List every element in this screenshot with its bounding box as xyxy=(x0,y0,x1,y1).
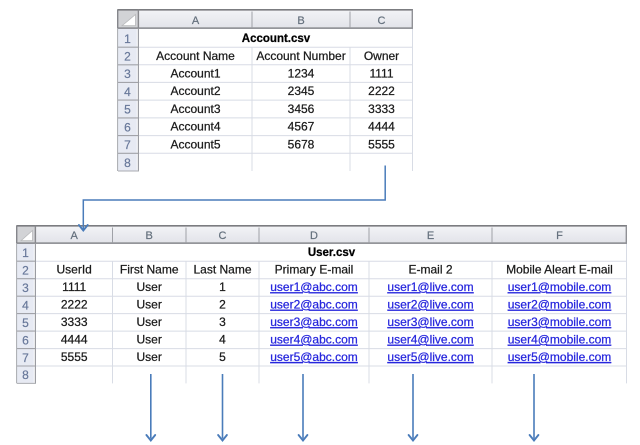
svg-text:C: C xyxy=(219,230,227,242)
svg-text:User.csv: User.csv xyxy=(308,247,356,259)
svg-text:4: 4 xyxy=(219,333,226,347)
svg-text:2222: 2222 xyxy=(61,298,88,312)
svg-text:5555: 5555 xyxy=(61,350,88,364)
svg-text:2345: 2345 xyxy=(288,84,315,98)
svg-text:Account4: Account4 xyxy=(170,120,220,134)
svg-text:5: 5 xyxy=(124,103,131,117)
svg-text:4: 4 xyxy=(124,85,131,99)
svg-text:1111: 1111 xyxy=(62,280,86,294)
svg-text:First Name: First Name xyxy=(120,263,179,277)
svg-text:user2@live.com: user2@live.com xyxy=(387,298,473,312)
svg-text:5: 5 xyxy=(22,316,29,330)
svg-text:F: F xyxy=(556,230,563,242)
svg-text:E: E xyxy=(427,230,434,242)
svg-text:3: 3 xyxy=(219,315,226,329)
svg-text:3456: 3456 xyxy=(288,102,315,116)
svg-text:Owner: Owner xyxy=(364,49,399,63)
svg-text:user3@abc.com: user3@abc.com xyxy=(270,315,358,329)
svg-text:2222: 2222 xyxy=(368,84,395,98)
svg-text:4: 4 xyxy=(22,298,29,312)
svg-text:6: 6 xyxy=(22,333,29,347)
svg-text:2: 2 xyxy=(219,298,226,312)
svg-text:5555: 5555 xyxy=(368,137,395,151)
svg-text:7: 7 xyxy=(22,351,29,365)
svg-text:C: C xyxy=(378,15,386,27)
svg-text:user1@abc.com: user1@abc.com xyxy=(270,280,358,294)
svg-text:user2@abc.com: user2@abc.com xyxy=(270,298,358,312)
svg-text:user5@live.com: user5@live.com xyxy=(387,350,473,364)
svg-text:Account1: Account1 xyxy=(170,66,220,80)
svg-text:user5@mobile.com: user5@mobile.com xyxy=(508,350,612,364)
svg-text:Account3: Account3 xyxy=(170,102,220,116)
svg-text:5: 5 xyxy=(219,350,226,364)
svg-text:8: 8 xyxy=(22,368,29,382)
svg-text:1: 1 xyxy=(219,280,226,294)
svg-text:5678: 5678 xyxy=(288,137,315,151)
svg-text:3333: 3333 xyxy=(61,315,88,329)
svg-text:user3@live.com: user3@live.com xyxy=(387,315,473,329)
svg-text:Primary E-mail: Primary E-mail xyxy=(275,263,354,277)
svg-text:2: 2 xyxy=(22,264,29,278)
svg-text:Last Name: Last Name xyxy=(193,263,251,277)
svg-text:user2@mobile.com: user2@mobile.com xyxy=(508,298,612,312)
svg-text:user1@live.com: user1@live.com xyxy=(387,280,473,294)
svg-text:1: 1 xyxy=(22,246,29,260)
svg-text:Account.csv: Account.csv xyxy=(242,33,311,45)
svg-text:3: 3 xyxy=(124,67,131,81)
svg-text:6: 6 xyxy=(124,120,131,134)
svg-text:User: User xyxy=(137,315,162,329)
svg-text:2: 2 xyxy=(124,50,131,64)
svg-text:user5@abc.com: user5@abc.com xyxy=(270,350,358,364)
svg-text:Account Number: Account Number xyxy=(256,49,345,63)
svg-text:user4@live.com: user4@live.com xyxy=(387,333,473,347)
svg-text:D: D xyxy=(310,230,318,242)
svg-text:1: 1 xyxy=(124,32,131,46)
svg-text:3333: 3333 xyxy=(368,102,395,116)
svg-text:Account Name: Account Name xyxy=(156,49,235,63)
svg-text:3: 3 xyxy=(22,281,29,295)
svg-text:4444: 4444 xyxy=(61,333,88,347)
svg-text:1111: 1111 xyxy=(369,66,393,80)
svg-text:8: 8 xyxy=(124,156,131,170)
svg-text:B: B xyxy=(297,15,304,27)
svg-text:B: B xyxy=(146,230,153,242)
svg-text:Account2: Account2 xyxy=(170,84,220,98)
svg-text:User: User xyxy=(137,350,162,364)
svg-text:user4@mobile.com: user4@mobile.com xyxy=(508,333,612,347)
svg-text:User: User xyxy=(137,280,162,294)
svg-text:UserId: UserId xyxy=(57,263,92,277)
svg-text:A: A xyxy=(192,15,200,27)
svg-text:User: User xyxy=(137,298,162,312)
svg-text:user4@abc.com: user4@abc.com xyxy=(270,333,358,347)
svg-text:4444: 4444 xyxy=(368,120,395,134)
svg-text:Mobile Aleart E-mail: Mobile Aleart E-mail xyxy=(506,263,613,277)
svg-text:E-mail 2: E-mail 2 xyxy=(408,263,452,277)
svg-text:A: A xyxy=(71,230,79,242)
svg-text:4567: 4567 xyxy=(288,120,315,134)
svg-text:7: 7 xyxy=(124,138,131,152)
svg-text:user1@mobile.com: user1@mobile.com xyxy=(508,280,612,294)
svg-text:1234: 1234 xyxy=(288,66,315,80)
svg-text:User: User xyxy=(137,333,162,347)
svg-text:Account5: Account5 xyxy=(170,137,220,151)
svg-text:user3@mobile.com: user3@mobile.com xyxy=(508,315,612,329)
